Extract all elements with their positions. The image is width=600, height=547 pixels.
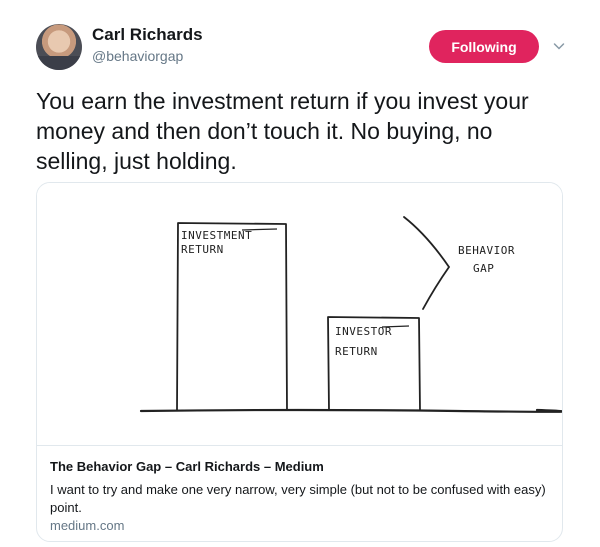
following-button[interactable]: Following [429,30,539,63]
label-gap: GAP [473,262,494,275]
avatar[interactable] [36,24,82,70]
chevron-down-icon[interactable] [553,40,565,52]
tweet: Carl Richards @behaviorgap Following You… [0,0,600,547]
label-behavior: BEHAVIOR [458,244,515,257]
label-return-1: RETURN [181,243,224,256]
label-return-2: RETURN [335,345,378,358]
card-title[interactable]: The Behavior Gap – Carl Richards – Mediu… [50,459,324,474]
author-name[interactable]: Carl Richards [92,25,203,45]
behavior-gap-sketch: INVESTMENT RETURN INVESTOR RETURN BEHAVI… [139,216,562,413]
label-investment: INVESTMENT [181,229,252,242]
tweet-text: You earn the investment return if you in… [36,88,529,174]
link-card[interactable]: INVESTMENT RETURN INVESTOR RETURN BEHAVI… [36,182,563,542]
author-handle[interactable]: @behaviorgap [92,48,183,64]
card-domain: medium.com [50,518,125,533]
card-description: I want to try and make one very narrow, … [50,482,546,515]
card-image[interactable]: INVESTMENT RETURN INVESTOR RETURN BEHAVI… [37,183,562,446]
